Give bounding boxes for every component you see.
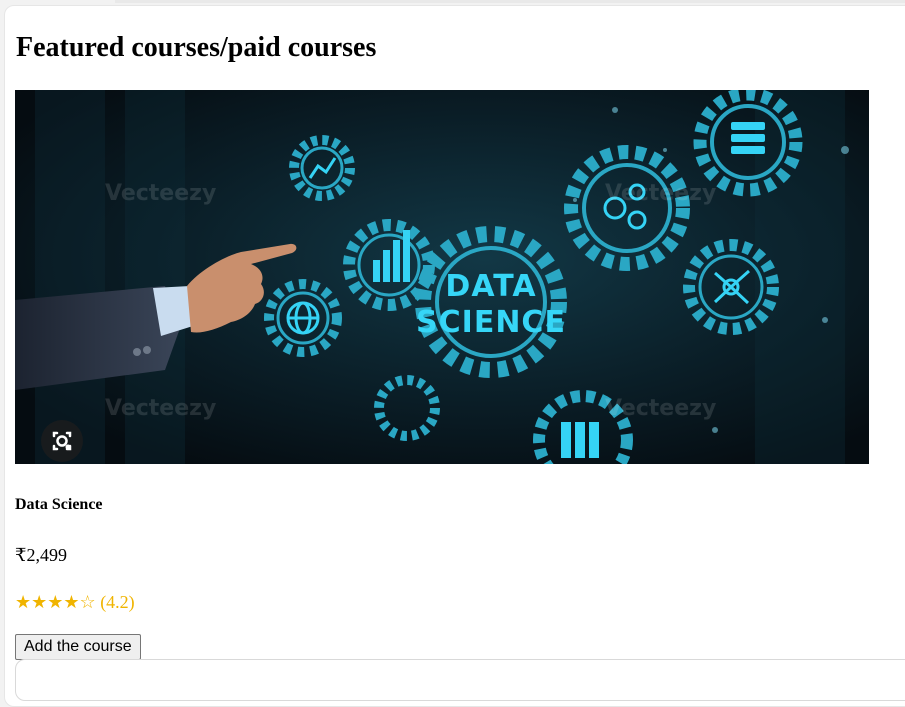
watermark-3: Vecteezy [105, 396, 216, 421]
next-course-card [15, 659, 905, 701]
add-course-button[interactable]: Add the course [15, 634, 141, 660]
course-image-artwork: DATA SCIENCE Vecteezy Vecteezy Vecteezy … [15, 90, 869, 464]
course-image[interactable]: DATA SCIENCE Vecteezy Vecteezy Vecteezy … [15, 90, 869, 464]
rating-value: (4.2) [100, 592, 135, 612]
watermark-1: Vecteezy [105, 181, 216, 206]
section-title: Featured courses/paid courses [16, 32, 377, 63]
lens-search-glyph [52, 431, 72, 451]
rating-stars: ★★★★☆ [15, 592, 96, 612]
image-title-line1: DATA [445, 269, 536, 304]
watermark-2: Vecteezy [605, 181, 716, 206]
course-name: Data Science [15, 496, 103, 513]
course-price: ₹2,499 [15, 545, 67, 565]
lens-search-icon[interactable] [41, 420, 83, 462]
course-rating: ★★★★☆ (4.2) [15, 591, 135, 613]
top-strip [115, 0, 905, 3]
watermark-4: Vecteezy [605, 396, 716, 421]
image-title-line2: SCIENCE [416, 305, 566, 340]
